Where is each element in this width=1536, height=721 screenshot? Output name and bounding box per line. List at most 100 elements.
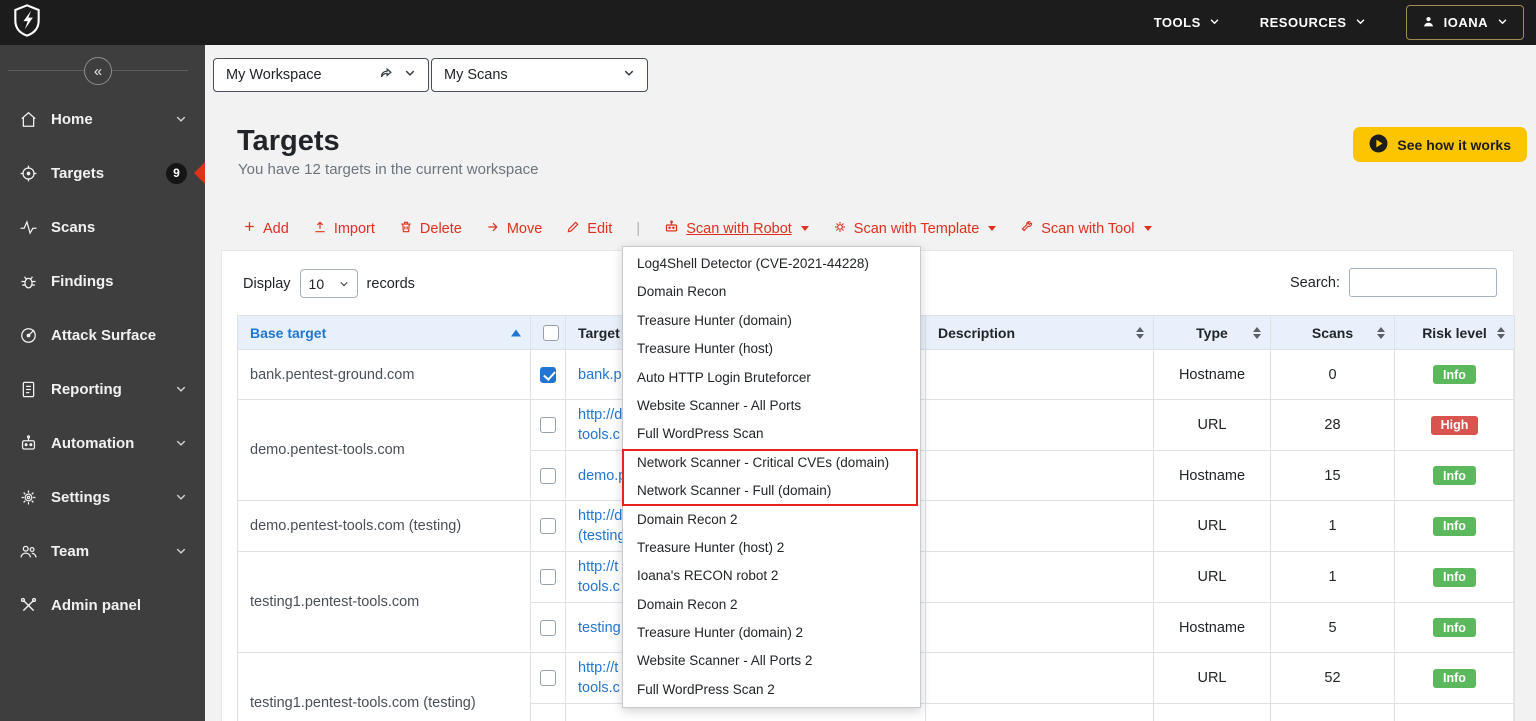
gear-icon <box>18 488 38 507</box>
col-header-description[interactable]: Description <box>925 315 1154 350</box>
menu-item-domain-recon-2b[interactable]: Domain Recon 2 <box>623 591 920 619</box>
sidebar-item-reporting[interactable]: Reporting <box>0 362 205 416</box>
resources-menu[interactable]: RESOURCES <box>1260 15 1366 30</box>
row-checkbox[interactable] <box>540 417 556 434</box>
row-checkbox[interactable] <box>540 670 556 687</box>
search-input[interactable] <box>1349 268 1497 297</box>
chevron-down-icon <box>175 383 187 395</box>
type-cell: URL <box>1153 500 1271 552</box>
scans-select[interactable]: My Scans <box>431 58 648 92</box>
trash-icon <box>399 220 413 238</box>
menu-item-treasure-hunter-domain[interactable]: Treasure Hunter (domain) <box>623 307 920 335</box>
scan-robot-label: Scan with Robot <box>686 220 792 237</box>
gear-icon <box>833 220 847 238</box>
scan-with-template-button[interactable]: Scan with Template <box>833 220 997 238</box>
row-checkbox[interactable] <box>540 569 556 586</box>
sidebar-item-admin-panel[interactable]: Admin panel <box>0 578 205 632</box>
sidebar-item-label: Findings <box>51 272 114 290</box>
sidebar-item-attack-surface[interactable]: Attack Surface <box>0 308 205 362</box>
row-checkbox[interactable] <box>540 619 556 636</box>
menu-item-ioanas-recon-robot-2[interactable]: Ioana's RECON robot 2 <box>623 562 920 590</box>
sidebar-item-home[interactable]: Home <box>0 92 205 146</box>
select-all-checkbox[interactable] <box>543 325 559 342</box>
menu-item-log4shell[interactable]: Log4Shell Detector (CVE-2021-44228) <box>623 250 920 278</box>
pencil-icon <box>566 220 580 238</box>
scans-count-cell: 0 <box>1270 349 1395 400</box>
menu-item-treasure-hunter-host[interactable]: Treasure Hunter (host) <box>623 335 920 363</box>
col-header-base-target[interactable]: Base target <box>237 315 531 350</box>
chevron-down-icon <box>175 491 187 503</box>
menu-item-network-scanner-full[interactable]: Network Scanner - Full (domain) <box>623 477 920 505</box>
menu-item-website-scanner-all-ports-2[interactable]: Website Scanner - All Ports 2 <box>623 647 920 675</box>
base-target-cell: testing1.pentest-tools.com <box>237 551 531 653</box>
sidebar-item-automation[interactable]: Automation <box>0 416 205 470</box>
move-label: Move <box>506 220 543 237</box>
tools-menu[interactable]: TOOLS <box>1154 15 1220 30</box>
upload-icon <box>313 220 327 238</box>
app-window: TOOLS RESOURCES IOANA « Home Targets 9 S… <box>0 0 1536 721</box>
display-records-control: Display 10 records <box>243 269 415 298</box>
col-header-type[interactable]: Type <box>1153 315 1271 350</box>
sidebar-item-scans[interactable]: Scans <box>0 200 205 254</box>
type-header-label: Type <box>1196 324 1228 341</box>
type-cell: Hostname <box>1153 602 1271 653</box>
user-menu[interactable]: IOANA <box>1405 5 1524 40</box>
workspace-bar: My Workspace My Scans <box>213 58 648 92</box>
scan-with-robot-button[interactable]: Scan with Robot <box>664 219 809 238</box>
menu-item-full-wordpress-scan-2[interactable]: Full WordPress Scan 2 <box>623 676 920 704</box>
display-label: Display <box>243 275 291 292</box>
see-how-it-works-button[interactable]: See how it works <box>1353 127 1527 162</box>
records-per-page-select[interactable]: 10 <box>299 269 358 298</box>
sidebar-item-targets[interactable]: Targets 9 <box>0 146 205 200</box>
menu-item-treasure-hunter-domain-2[interactable]: Treasure Hunter (domain) 2 <box>623 619 920 647</box>
scan-with-tool-button[interactable]: Scan with Tool <box>1020 220 1152 238</box>
risk-level-badge: Info <box>1433 466 1476 485</box>
sidebar-item-team[interactable]: Team <box>0 524 205 578</box>
menu-item-domain-recon-2[interactable]: Domain Recon 2 <box>623 506 920 534</box>
col-header-scans[interactable]: Scans <box>1270 315 1395 350</box>
crossed-tools-icon <box>18 596 38 615</box>
sidebar-item-label: Admin panel <box>51 596 142 614</box>
scans-select-value: My Scans <box>444 67 508 83</box>
sidebar-item-label: Attack Surface <box>51 326 157 344</box>
sidebar-item-settings[interactable]: Settings <box>0 470 205 524</box>
edit-label: Edit <box>587 220 613 237</box>
row-checkbox[interactable] <box>540 366 556 383</box>
description-cell <box>925 652 1154 704</box>
logo[interactable] <box>0 3 205 42</box>
edit-button[interactable]: Edit <box>566 220 612 238</box>
col-header-risk-level[interactable]: Risk level <box>1394 315 1515 350</box>
import-button[interactable]: Import <box>313 220 375 238</box>
sidebar-collapse-button[interactable]: « <box>84 57 112 85</box>
menu-item-network-scanner-critical-cves[interactable]: Network Scanner - Critical CVEs (domain) <box>623 449 920 477</box>
bug-icon <box>18 272 38 291</box>
workspace-select[interactable]: My Workspace <box>213 58 429 92</box>
caret-down-icon <box>800 226 809 231</box>
menu-item-website-scanner-all-ports[interactable]: Website Scanner - All Ports <box>623 392 920 420</box>
row-checkbox[interactable] <box>540 518 556 535</box>
risk-level-badge: Info <box>1433 567 1476 587</box>
sort-icon <box>1497 326 1505 339</box>
play-icon <box>1369 134 1388 156</box>
sort-icon <box>1253 326 1261 339</box>
menu-item-treasure-hunter-host-2[interactable]: Treasure Hunter (host) 2 <box>623 534 920 562</box>
menu-item-auto-http-login-bruteforcer[interactable]: Auto HTTP Login Bruteforcer <box>623 364 920 392</box>
scans-count-cell: 52 <box>1270 652 1395 704</box>
sidebar-item-label: Scans <box>51 218 96 236</box>
description-cell <box>925 500 1154 552</box>
sidebar-item-label: Automation <box>51 434 135 452</box>
move-button[interactable]: Move <box>486 220 542 238</box>
base-target-cell: bank.pentest-ground.com <box>237 349 531 400</box>
row-checkbox[interactable] <box>540 467 556 484</box>
menu-item-full-wordpress-scan[interactable]: Full WordPress Scan <box>623 420 920 448</box>
sidebar-item-findings[interactable]: Findings <box>0 254 205 308</box>
scans-count-cell: 1 <box>1270 500 1395 552</box>
delete-button[interactable]: Delete <box>399 220 462 238</box>
shield-logo-icon <box>13 3 41 42</box>
add-button[interactable]: Add <box>243 220 289 237</box>
caret-down-icon <box>1143 226 1152 231</box>
menu-item-domain-recon[interactable]: Domain Recon <box>623 278 920 306</box>
risk-cell <box>1394 703 1515 721</box>
user-name-label: IOANA <box>1443 15 1488 30</box>
add-label: Add <box>263 220 289 237</box>
